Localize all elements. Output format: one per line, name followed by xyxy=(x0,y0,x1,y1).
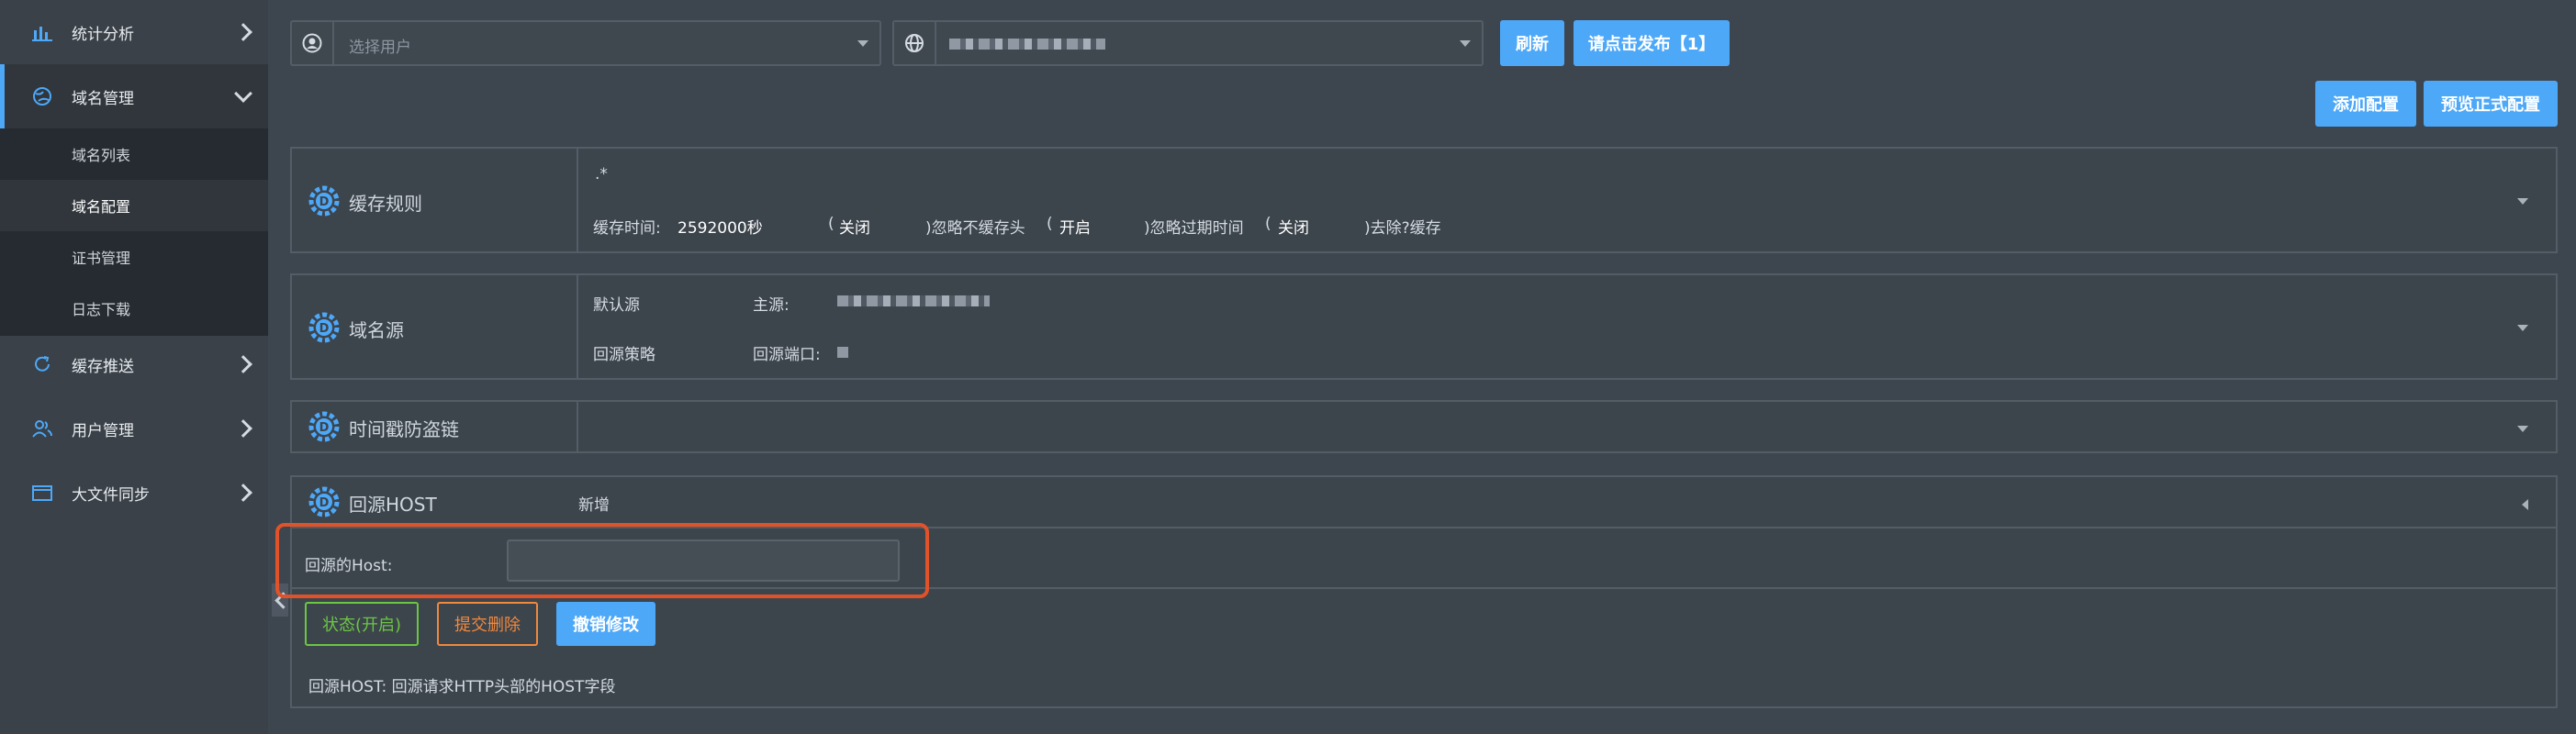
sidebar: 统计分析 域名管理 域名列表 域名配置 证书管理 日志下载 缓存推送 用户管理 … xyxy=(0,0,268,734)
panel-title: 缓存规则 xyxy=(349,193,422,215)
sidebar-item-stats[interactable]: 统计分析 xyxy=(0,0,268,64)
gear-icon: D xyxy=(308,486,340,517)
publish-button[interactable]: 请点击发布【1】 xyxy=(1574,20,1730,66)
paren: ( xyxy=(828,215,834,233)
panel-header: D 时间戳防盗链 xyxy=(292,402,578,451)
user-select[interactable]: 选择用户 xyxy=(290,20,881,66)
caret-down-icon[interactable] xyxy=(2517,325,2528,331)
chevron-right-icon xyxy=(234,23,252,41)
origin-panel[interactable]: D 域名源 默认源 主源: 回源策略 回源端口: xyxy=(290,273,2558,380)
timestamp-panel[interactable]: D 时间戳防盗链 xyxy=(290,400,2558,453)
panel-header: D 域名源 xyxy=(292,275,578,378)
panel-title: 时间戳防盗链 xyxy=(349,418,459,440)
svg-text:D: D xyxy=(319,322,330,336)
caret-down-icon[interactable] xyxy=(2517,426,2528,432)
sidebar-item-label: 用户管理 xyxy=(72,421,134,440)
panel-header: D 缓存规则 xyxy=(292,149,578,251)
domain-submenu: 域名列表 域名配置 证书管理 日志下载 xyxy=(0,128,268,336)
caret-left-icon[interactable] xyxy=(2522,499,2528,510)
panel-title: 域名源 xyxy=(349,319,404,341)
bar-chart-icon xyxy=(31,21,53,43)
status-toggle-button[interactable]: 状态(开启) xyxy=(305,602,419,646)
remove-query-label: )去除?缓存 xyxy=(1364,219,1441,238)
submenu-item-log[interactable]: 日志下载 xyxy=(0,283,268,334)
new-host-label[interactable]: 新增 xyxy=(578,492,610,515)
refresh-icon xyxy=(31,353,53,375)
globe-icon xyxy=(31,85,53,107)
globe-icon xyxy=(894,22,936,64)
domain-select[interactable] xyxy=(892,20,1484,66)
cache-rules-panel[interactable]: D 缓存规则 .* 缓存时间: 2592000秒 ( 关闭 )忽略不缓存头 ( … xyxy=(290,147,2558,253)
users-icon xyxy=(31,417,53,439)
revert-button[interactable]: 撤销修改 xyxy=(556,602,655,646)
redacted-origin xyxy=(837,295,990,306)
sidebar-item-cache-push[interactable]: 缓存推送 xyxy=(0,332,268,396)
submit-delete-button[interactable]: 提交删除 xyxy=(437,602,538,646)
caret-down-icon xyxy=(1460,40,1471,47)
cache-ttl-value: 2592000秒 xyxy=(678,219,763,238)
chevron-down-icon xyxy=(234,84,252,103)
ignore-nocache-toggle[interactable]: 关闭 xyxy=(839,215,870,238)
svg-text:D: D xyxy=(319,421,330,435)
panel-header[interactable]: D 回源HOST 新增 xyxy=(292,477,2556,528)
redacted-port xyxy=(837,347,848,358)
ignore-nocache-label: )忽略不缓存头 xyxy=(925,219,1025,238)
sidebar-item-label: 统计分析 xyxy=(72,25,134,44)
paren: ( xyxy=(1047,215,1053,233)
submenu-item-cert[interactable]: 证书管理 xyxy=(0,231,268,283)
chevron-right-icon xyxy=(234,484,252,502)
sidebar-item-label: 大文件同步 xyxy=(72,485,150,505)
gear-icon: D xyxy=(308,312,340,343)
user-select-placeholder: 选择用户 xyxy=(349,39,411,57)
add-config-button[interactable]: 添加配置 xyxy=(2315,81,2416,127)
folder-icon xyxy=(31,482,53,504)
user-circle-icon xyxy=(292,22,334,64)
gear-icon: D xyxy=(308,185,340,217)
preview-config-button[interactable]: 预览正式配置 xyxy=(2424,81,2558,127)
cache-ttl-label: 缓存时间: xyxy=(593,219,661,238)
chevron-right-icon xyxy=(234,419,252,438)
sidebar-item-users[interactable]: 用户管理 xyxy=(0,396,268,461)
redacted-domain xyxy=(949,39,1105,50)
ignore-expire-label: )忽略过期时间 xyxy=(1144,219,1244,238)
origin-strategy-label: 回源策略 xyxy=(593,346,655,364)
host-description: 回源HOST: 回源请求HTTP头部的HOST字段 xyxy=(308,678,616,696)
caret-down-icon xyxy=(857,40,868,47)
paren: ( xyxy=(1265,215,1271,233)
sidebar-item-domain[interactable]: 域名管理 xyxy=(0,64,268,128)
submenu-item-domain-list[interactable]: 域名列表 xyxy=(0,128,268,180)
svg-text:D: D xyxy=(319,195,330,209)
origin-port-label: 回源端口: xyxy=(753,346,821,364)
svg-text:D: D xyxy=(319,496,330,510)
chevron-right-icon xyxy=(234,355,252,373)
panel-title: 回源HOST xyxy=(349,494,437,516)
cache-pattern: .* xyxy=(595,165,608,184)
highlight-outline xyxy=(275,523,929,598)
sidebar-item-label: 缓存推送 xyxy=(72,357,134,376)
remove-query-toggle[interactable]: 关闭 xyxy=(1278,215,1309,238)
caret-down-icon[interactable] xyxy=(2517,198,2528,205)
default-origin-label: 默认源 xyxy=(593,296,640,315)
sidebar-item-file-sync[interactable]: 大文件同步 xyxy=(0,461,268,525)
main-origin-label: 主源: xyxy=(753,296,790,315)
ignore-expire-toggle[interactable]: 开启 xyxy=(1059,215,1091,238)
sidebar-item-label: 域名管理 xyxy=(72,89,134,108)
refresh-button[interactable]: 刷新 xyxy=(1500,20,1564,66)
gear-icon: D xyxy=(308,411,340,442)
submenu-item-domain-config[interactable]: 域名配置 xyxy=(0,180,268,231)
